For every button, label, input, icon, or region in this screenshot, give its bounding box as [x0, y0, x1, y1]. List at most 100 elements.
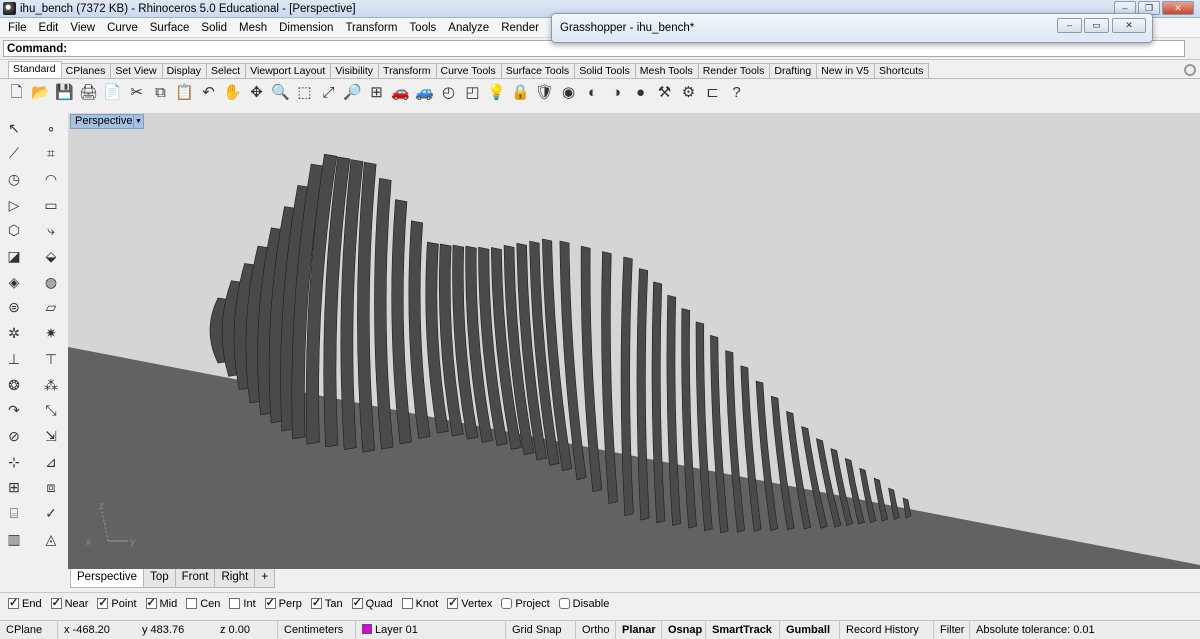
osnap-vertex-checkbox[interactable] — [447, 596, 459, 609]
light-bulb-icon[interactable]: 💡 — [486, 82, 507, 103]
smarttrack-toggle[interactable]: SmartTrack — [706, 620, 780, 639]
text-icon[interactable]: ⊘ — [4, 426, 24, 446]
gumball-toggle[interactable]: Gumball — [780, 620, 840, 639]
mirror-icon[interactable]: ⊿ — [41, 452, 61, 472]
grid-snap-toggle[interactable]: Grid Snap — [506, 620, 576, 639]
split-icon[interactable]: ⊤ — [41, 349, 61, 369]
osnap-perp[interactable]: Perp — [264, 596, 302, 610]
rectangle-icon[interactable]: ▭ — [41, 195, 61, 215]
car-render-icon[interactable]: 🚗 — [390, 82, 411, 103]
osnap-near[interactable]: Near — [50, 596, 88, 610]
sphere-icon[interactable]: ◍ — [41, 272, 61, 292]
grasshopper-minimize-button[interactable]: – — [1057, 18, 1082, 33]
new-file-icon[interactable]: 🗋 — [6, 82, 27, 103]
menu-mesh[interactable]: Mesh — [233, 22, 273, 34]
block-icon[interactable]: ⧈ — [41, 478, 61, 498]
arc-icon[interactable]: ◠ — [41, 169, 61, 189]
cylinder-icon[interactable]: ⊜ — [4, 298, 24, 318]
osnap-project[interactable]: Project — [501, 598, 550, 610]
planar-toggle[interactable]: Planar — [616, 620, 662, 639]
osnap-int-checkbox[interactable] — [229, 598, 241, 609]
four-views-icon[interactable]: ⊞ — [366, 82, 387, 103]
wireframe-car-icon[interactable]: 🚙 — [414, 82, 435, 103]
osnap-vertex[interactable]: Vertex — [447, 596, 492, 610]
array-icon[interactable]: ⊹ — [4, 452, 24, 472]
polygon-icon[interactable]: ⬡ — [4, 221, 24, 241]
circle-icon[interactable]: ◷ — [4, 169, 24, 189]
analyze-icon[interactable]: ⌸ — [4, 504, 24, 524]
toolbar-tab-solid-tools[interactable]: Solid Tools — [574, 63, 636, 78]
osnap-tan-checkbox[interactable] — [310, 596, 322, 609]
align-icon[interactable]: ⊏ — [702, 82, 723, 103]
explode-icon[interactable]: ✷ — [41, 324, 61, 344]
osnap-near-checkbox[interactable] — [50, 596, 62, 609]
zoom-icon[interactable]: 🔍 — [270, 82, 291, 103]
cut-icon[interactable]: ✂ — [126, 82, 147, 103]
osnap-int[interactable]: Int — [229, 598, 256, 610]
polyline-icon[interactable]: ⟋ — [4, 144, 24, 164]
rotate-icon[interactable]: ↷ — [4, 401, 24, 421]
bench-slat[interactable] — [636, 268, 650, 521]
render-tool-icon[interactable]: ◬ — [41, 529, 61, 549]
check-icon[interactable]: ✓ — [41, 504, 61, 524]
menu-file[interactable]: File — [2, 22, 33, 34]
osnap-perp-checkbox[interactable] — [264, 596, 276, 609]
perspective-viewport[interactable]: y x z Perspective ▼ — [68, 113, 1200, 569]
osnap-quad-checkbox[interactable] — [351, 596, 363, 609]
osnap-point[interactable]: Point — [97, 596, 137, 610]
toolbar-tab-viewport-layout[interactable]: Viewport Layout — [245, 63, 332, 78]
toolbar-tab-new-in-v5[interactable]: New in V5 — [816, 63, 876, 78]
scale-icon[interactable]: ⤡ — [41, 401, 61, 421]
dimension-icon[interactable]: ⇲ — [41, 426, 61, 446]
osnap-mid-checkbox[interactable] — [145, 596, 157, 609]
viewport-title[interactable]: Perspective — [70, 114, 138, 129]
gear-icon[interactable]: ⚙ — [678, 82, 699, 103]
save-icon[interactable]: 💾 — [54, 82, 75, 103]
toolbar-tab-display[interactable]: Display — [161, 63, 208, 78]
point-icon[interactable]: ∘ — [41, 118, 61, 138]
bench-slat[interactable] — [391, 199, 412, 445]
osnap-disable[interactable]: Disable — [558, 598, 609, 610]
cplane-status[interactable]: CPlane — [0, 620, 58, 639]
units-status[interactable]: Centimeters — [278, 620, 356, 639]
menu-transform[interactable]: Transform — [339, 22, 403, 34]
osnap-knot-checkbox[interactable] — [401, 598, 413, 609]
move-view-icon[interactable]: ✥ — [246, 82, 267, 103]
add-viewport-tab-icon[interactable]: + — [254, 569, 276, 588]
close-button[interactable]: ✕ — [1162, 1, 1194, 15]
mesh-icon[interactable]: ▱ — [41, 298, 61, 318]
osnap-end-checkbox[interactable] — [8, 596, 19, 609]
menu-analyze[interactable]: Analyze — [442, 22, 495, 34]
osnap-cen-checkbox[interactable] — [186, 598, 198, 609]
filter-toggle[interactable]: Filter — [934, 620, 970, 639]
menu-tools[interactable]: Tools — [403, 22, 442, 34]
osnap-knot[interactable]: Knot — [401, 598, 438, 610]
ortho-toggle[interactable]: Ortho — [576, 620, 616, 639]
osnap-toggle[interactable]: Osnap — [662, 620, 706, 639]
view-tab-front[interactable]: Front — [174, 569, 216, 588]
grasshopper-close-button[interactable]: ✕ — [1112, 18, 1146, 33]
help-icon[interactable]: ? — [726, 82, 747, 103]
viewport-menu-arrow-icon[interactable]: ▼ — [133, 114, 144, 129]
menu-surface[interactable]: Surface — [144, 22, 196, 34]
toolbar-options-gear-icon[interactable] — [1184, 64, 1196, 76]
view-tab-perspective[interactable]: Perspective — [70, 569, 145, 588]
menu-edit[interactable]: Edit — [33, 22, 65, 34]
toolbar-tab-standard[interactable]: Standard — [8, 61, 62, 78]
osnap-tan[interactable]: Tan — [310, 596, 343, 610]
zoom-window-icon[interactable]: ⬚ — [294, 82, 315, 103]
toolbar-tab-select[interactable]: Select — [206, 63, 247, 78]
record-history-toggle[interactable]: Record History — [840, 620, 934, 639]
bench-slat[interactable] — [620, 256, 634, 516]
menu-view[interactable]: View — [64, 22, 101, 34]
edit-tools-icon[interactable]: ⚒ — [654, 82, 675, 103]
osnap-cen[interactable]: Cen — [186, 598, 220, 610]
control-point-curve-icon[interactable]: ⌗ — [41, 144, 61, 164]
toolbar-tab-surface-tools[interactable]: Surface Tools — [500, 63, 576, 78]
grasshopper-window[interactable]: Grasshopper - ihu_bench* – ▭ ✕ — [551, 13, 1153, 43]
menu-render[interactable]: Render — [495, 22, 545, 34]
blue-sphere-icon[interactable]: ● — [630, 82, 651, 103]
shaded-sphere-icon[interactable]: ◑ — [606, 82, 627, 103]
trim-icon[interactable]: ⊥ — [4, 349, 24, 369]
toolbar-tab-curve-tools[interactable]: Curve Tools — [435, 63, 502, 78]
